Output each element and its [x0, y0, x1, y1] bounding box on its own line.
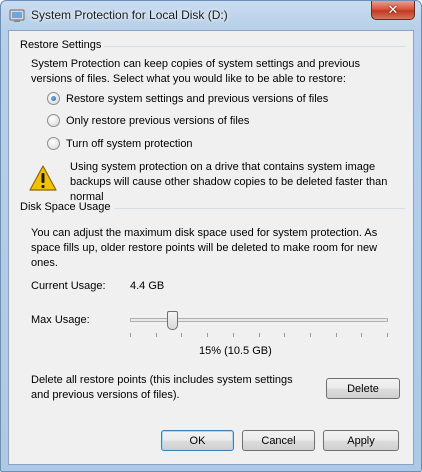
slider-tick: [207, 333, 208, 337]
slider-tick: [361, 333, 362, 337]
dialog-window: System Protection for Local Disk (D:) ✕ …: [0, 0, 422, 472]
cancel-button[interactable]: Cancel: [242, 430, 315, 451]
current-usage-value: 4.4 GB: [130, 280, 165, 292]
dialog-client-area: Restore Settings System Protection can k…: [8, 30, 414, 465]
radio-button[interactable]: [47, 114, 60, 127]
max-usage-label: Max Usage:: [31, 314, 90, 326]
slider-tick: [284, 333, 285, 337]
delete-button[interactable]: Delete: [326, 378, 400, 399]
warning-icon: [29, 165, 57, 191]
radio-label: Restore system settings and previous ver…: [66, 92, 329, 105]
slider-tick: [130, 333, 131, 337]
warning-message: Using system protection on a drive that …: [70, 161, 388, 203]
delete-restore-points-description: Delete all restore points (this includes…: [31, 374, 293, 401]
restore-settings-description: System Protection can keep copies of sys…: [31, 58, 360, 85]
disk-space-title: Disk Space Usage: [17, 200, 114, 215]
radio-label: Turn off system protection: [66, 137, 193, 150]
slider-tick: [336, 333, 337, 337]
radio-button-checked[interactable]: [47, 92, 60, 105]
slider-tick: [387, 333, 388, 337]
radio-turn-off-protection[interactable]: Turn off system protection: [47, 137, 193, 150]
max-usage-readout: 15% (10.5 GB): [199, 345, 272, 357]
slider-tick: [233, 333, 234, 337]
slider-tick: [181, 333, 182, 337]
disk-space-description: You can adjust the maximum disk space us…: [31, 227, 378, 269]
apply-button[interactable]: Apply: [323, 430, 399, 451]
radio-label: Only restore previous versions of files: [66, 114, 250, 127]
window-title: System Protection for Local Disk (D:): [31, 8, 228, 22]
ok-button[interactable]: OK: [161, 430, 234, 451]
close-button[interactable]: ✕: [371, 1, 415, 20]
system-protection-icon: [9, 9, 25, 22]
radio-only-previous-versions[interactable]: Only restore previous versions of files: [47, 114, 249, 127]
radio-button[interactable]: [47, 137, 60, 150]
close-icon: ✕: [387, 2, 399, 17]
title-bar[interactable]: System Protection for Local Disk (D:) ✕: [1, 1, 421, 29]
slider-tick: [156, 333, 157, 337]
radio-restore-system-and-files[interactable]: Restore system settings and previous ver…: [47, 92, 328, 105]
slider-tick: [310, 333, 311, 337]
slider-thumb[interactable]: [167, 311, 178, 330]
current-usage-label: Current Usage:: [31, 280, 106, 292]
slider-tick: [259, 333, 260, 337]
restore-settings-title: Restore Settings: [17, 38, 105, 53]
